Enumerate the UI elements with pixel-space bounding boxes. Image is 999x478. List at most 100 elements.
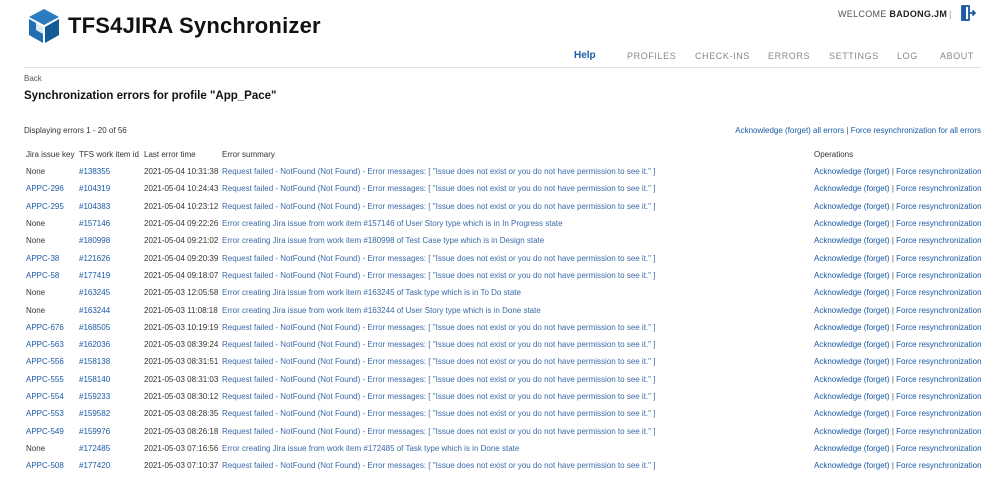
ops-separator: |: [891, 167, 894, 177]
jira-issue-link[interactable]: APPC-58: [26, 271, 59, 280]
acknowledge-link[interactable]: Acknowledge (forget): [814, 375, 890, 384]
error-summary: Request failed - NotFound (Not Found) - …: [222, 426, 656, 436]
ops-separator: |: [891, 288, 894, 298]
tfs-work-item-link[interactable]: #177420: [79, 461, 110, 470]
tfs-work-item-link[interactable]: #104383: [79, 202, 110, 211]
tfs-work-item-link[interactable]: #168505: [79, 323, 110, 332]
force-resync-link[interactable]: Force resynchronization: [896, 288, 981, 297]
force-resync-all-link[interactable]: Force resynchronization for all errors: [851, 126, 981, 135]
force-resync-link[interactable]: Force resynchronization: [896, 323, 981, 332]
nav-settings[interactable]: SETTINGS: [829, 51, 879, 61]
force-resync-link[interactable]: Force resynchronization: [896, 357, 981, 366]
force-resync-link[interactable]: Force resynchronization: [896, 340, 981, 349]
acknowledge-link[interactable]: Acknowledge (forget): [814, 444, 890, 453]
force-resync-link[interactable]: Force resynchronization: [896, 184, 981, 193]
jira-issue-link[interactable]: APPC-38: [26, 254, 59, 263]
acknowledge-link[interactable]: Acknowledge (forget): [814, 392, 890, 401]
acknowledge-link[interactable]: Acknowledge (forget): [814, 219, 890, 228]
tfs-work-item-link[interactable]: #180998: [79, 236, 110, 245]
tfs-work-item-link[interactable]: #162036: [79, 340, 110, 349]
ops-separator: |: [891, 357, 894, 367]
last-error-time: 2021-05-04 09:21:02: [144, 236, 219, 246]
force-resync-link[interactable]: Force resynchronization: [896, 409, 981, 418]
jira-issue-link[interactable]: APPC-555: [26, 375, 64, 384]
force-resync-link[interactable]: Force resynchronization: [896, 306, 981, 315]
tfs-work-item-link[interactable]: #121626: [79, 254, 110, 263]
force-resync-link[interactable]: Force resynchronization: [896, 236, 981, 245]
force-resync-link[interactable]: Force resynchronization: [896, 375, 981, 384]
tfs-work-item-link[interactable]: #157146: [79, 219, 110, 228]
back-link[interactable]: Back: [24, 74, 42, 83]
acknowledge-link[interactable]: Acknowledge (forget): [814, 202, 890, 211]
tfs-work-item-link[interactable]: #159582: [79, 409, 110, 418]
jira-issue-link[interactable]: APPC-295: [26, 202, 64, 211]
nav-about[interactable]: ABOUT: [940, 51, 974, 61]
ops-separator: |: [891, 201, 894, 211]
tfs-work-item-link[interactable]: #158138: [79, 357, 110, 366]
ops-separator: |: [891, 461, 894, 471]
row-operations: Acknowledge (forget) | Force resynchroni…: [812, 232, 982, 249]
jira-issue-link[interactable]: APPC-549: [26, 427, 64, 436]
acknowledge-link[interactable]: Acknowledge (forget): [814, 427, 890, 436]
nav-help[interactable]: Help: [574, 50, 596, 61]
error-summary: Request failed - NotFound (Not Found) - …: [222, 392, 656, 401]
nav-log[interactable]: LOG: [897, 51, 918, 61]
table-row: None #163245 2021-05-03 12:05:58 Error crea…: [24, 284, 982, 301]
last-error-time: 2021-05-03 07:10:37: [144, 461, 219, 471]
force-resync-link[interactable]: Force resynchronization: [896, 202, 981, 211]
welcome-label: WELCOME: [838, 9, 887, 19]
acknowledge-link[interactable]: Acknowledge (forget): [814, 306, 890, 315]
jira-issue-link[interactable]: APPC-556: [26, 357, 64, 366]
tfs-work-item-link[interactable]: #177419: [79, 271, 110, 280]
ops-separator: |: [891, 305, 894, 315]
acknowledge-link[interactable]: Acknowledge (forget): [814, 323, 890, 332]
table-row: APPC-508 #177420 2021-05-03 07:10:37 Reques…: [24, 457, 982, 474]
jira-issue-link[interactable]: APPC-553: [26, 409, 64, 418]
force-resync-link[interactable]: Force resynchronization: [896, 271, 981, 280]
force-resync-link[interactable]: Force resynchronization: [896, 427, 981, 436]
nav-profiles[interactable]: PROFILES: [627, 51, 676, 61]
jira-issue-none: None: [26, 443, 46, 453]
tfs-work-item-link[interactable]: #163245: [79, 288, 110, 297]
acknowledge-link[interactable]: Acknowledge (forget): [814, 167, 890, 176]
logout-icon[interactable]: [960, 5, 976, 21]
acknowledge-link[interactable]: Acknowledge (forget): [814, 254, 890, 263]
jira-issue-link[interactable]: APPC-296: [26, 184, 64, 193]
nav-errors[interactable]: ERRORS: [768, 51, 810, 61]
acknowledge-all-link[interactable]: Acknowledge (forget) all errors: [735, 126, 844, 135]
acknowledge-link[interactable]: Acknowledge (forget): [814, 409, 890, 418]
force-resync-link[interactable]: Force resynchronization: [896, 461, 981, 470]
force-resync-link[interactable]: Force resynchronization: [896, 392, 981, 401]
row-operations: Acknowledge (forget) | Force resynchroni…: [812, 440, 982, 457]
acknowledge-link[interactable]: Acknowledge (forget): [814, 340, 890, 349]
tfs-work-item-link[interactable]: #163244: [79, 306, 110, 315]
tfs-work-item-link[interactable]: #158140: [79, 375, 110, 384]
force-resync-link[interactable]: Force resynchronization: [896, 444, 981, 453]
acknowledge-link[interactable]: Acknowledge (forget): [814, 184, 890, 193]
tfs-work-item-link[interactable]: #104319: [79, 184, 110, 193]
tfs-work-item-link[interactable]: #159233: [79, 392, 110, 401]
table-header-row: Jira issue key TFS work item id Last err…: [24, 146, 982, 163]
error-summary: Request failed - NotFound (Not Found) - …: [222, 253, 656, 263]
acknowledge-link[interactable]: Acknowledge (forget): [814, 288, 890, 297]
last-error-time: 2021-05-03 08:26:18: [144, 426, 219, 436]
tfs-work-item-link[interactable]: #138355: [79, 167, 110, 176]
ops-separator: |: [891, 374, 894, 384]
acknowledge-link[interactable]: Acknowledge (forget): [814, 236, 890, 245]
jira-issue-link[interactable]: APPC-508: [26, 461, 64, 470]
jira-issue-link[interactable]: APPC-554: [26, 392, 64, 401]
tfs-work-item-link[interactable]: #159976: [79, 427, 110, 436]
table-row: APPC-554 #159233 2021-05-03 08:30:12 Reques…: [24, 388, 982, 405]
acknowledge-link[interactable]: Acknowledge (forget): [814, 271, 890, 280]
jira-issue-link[interactable]: APPC-676: [26, 323, 64, 332]
jira-issue-link[interactable]: APPC-563: [26, 340, 64, 349]
tfs-work-item-link[interactable]: #172485: [79, 444, 110, 453]
force-resync-link[interactable]: Force resynchronization: [896, 219, 981, 228]
acknowledge-link[interactable]: Acknowledge (forget): [814, 357, 890, 366]
force-resync-link[interactable]: Force resynchronization: [896, 254, 981, 263]
force-resync-link[interactable]: Force resynchronization: [896, 167, 981, 176]
ops-separator: |: [891, 426, 894, 436]
ops-separator: |: [891, 322, 894, 332]
nav-check-ins[interactable]: CHECK-INS: [695, 51, 750, 61]
acknowledge-link[interactable]: Acknowledge (forget): [814, 461, 890, 470]
